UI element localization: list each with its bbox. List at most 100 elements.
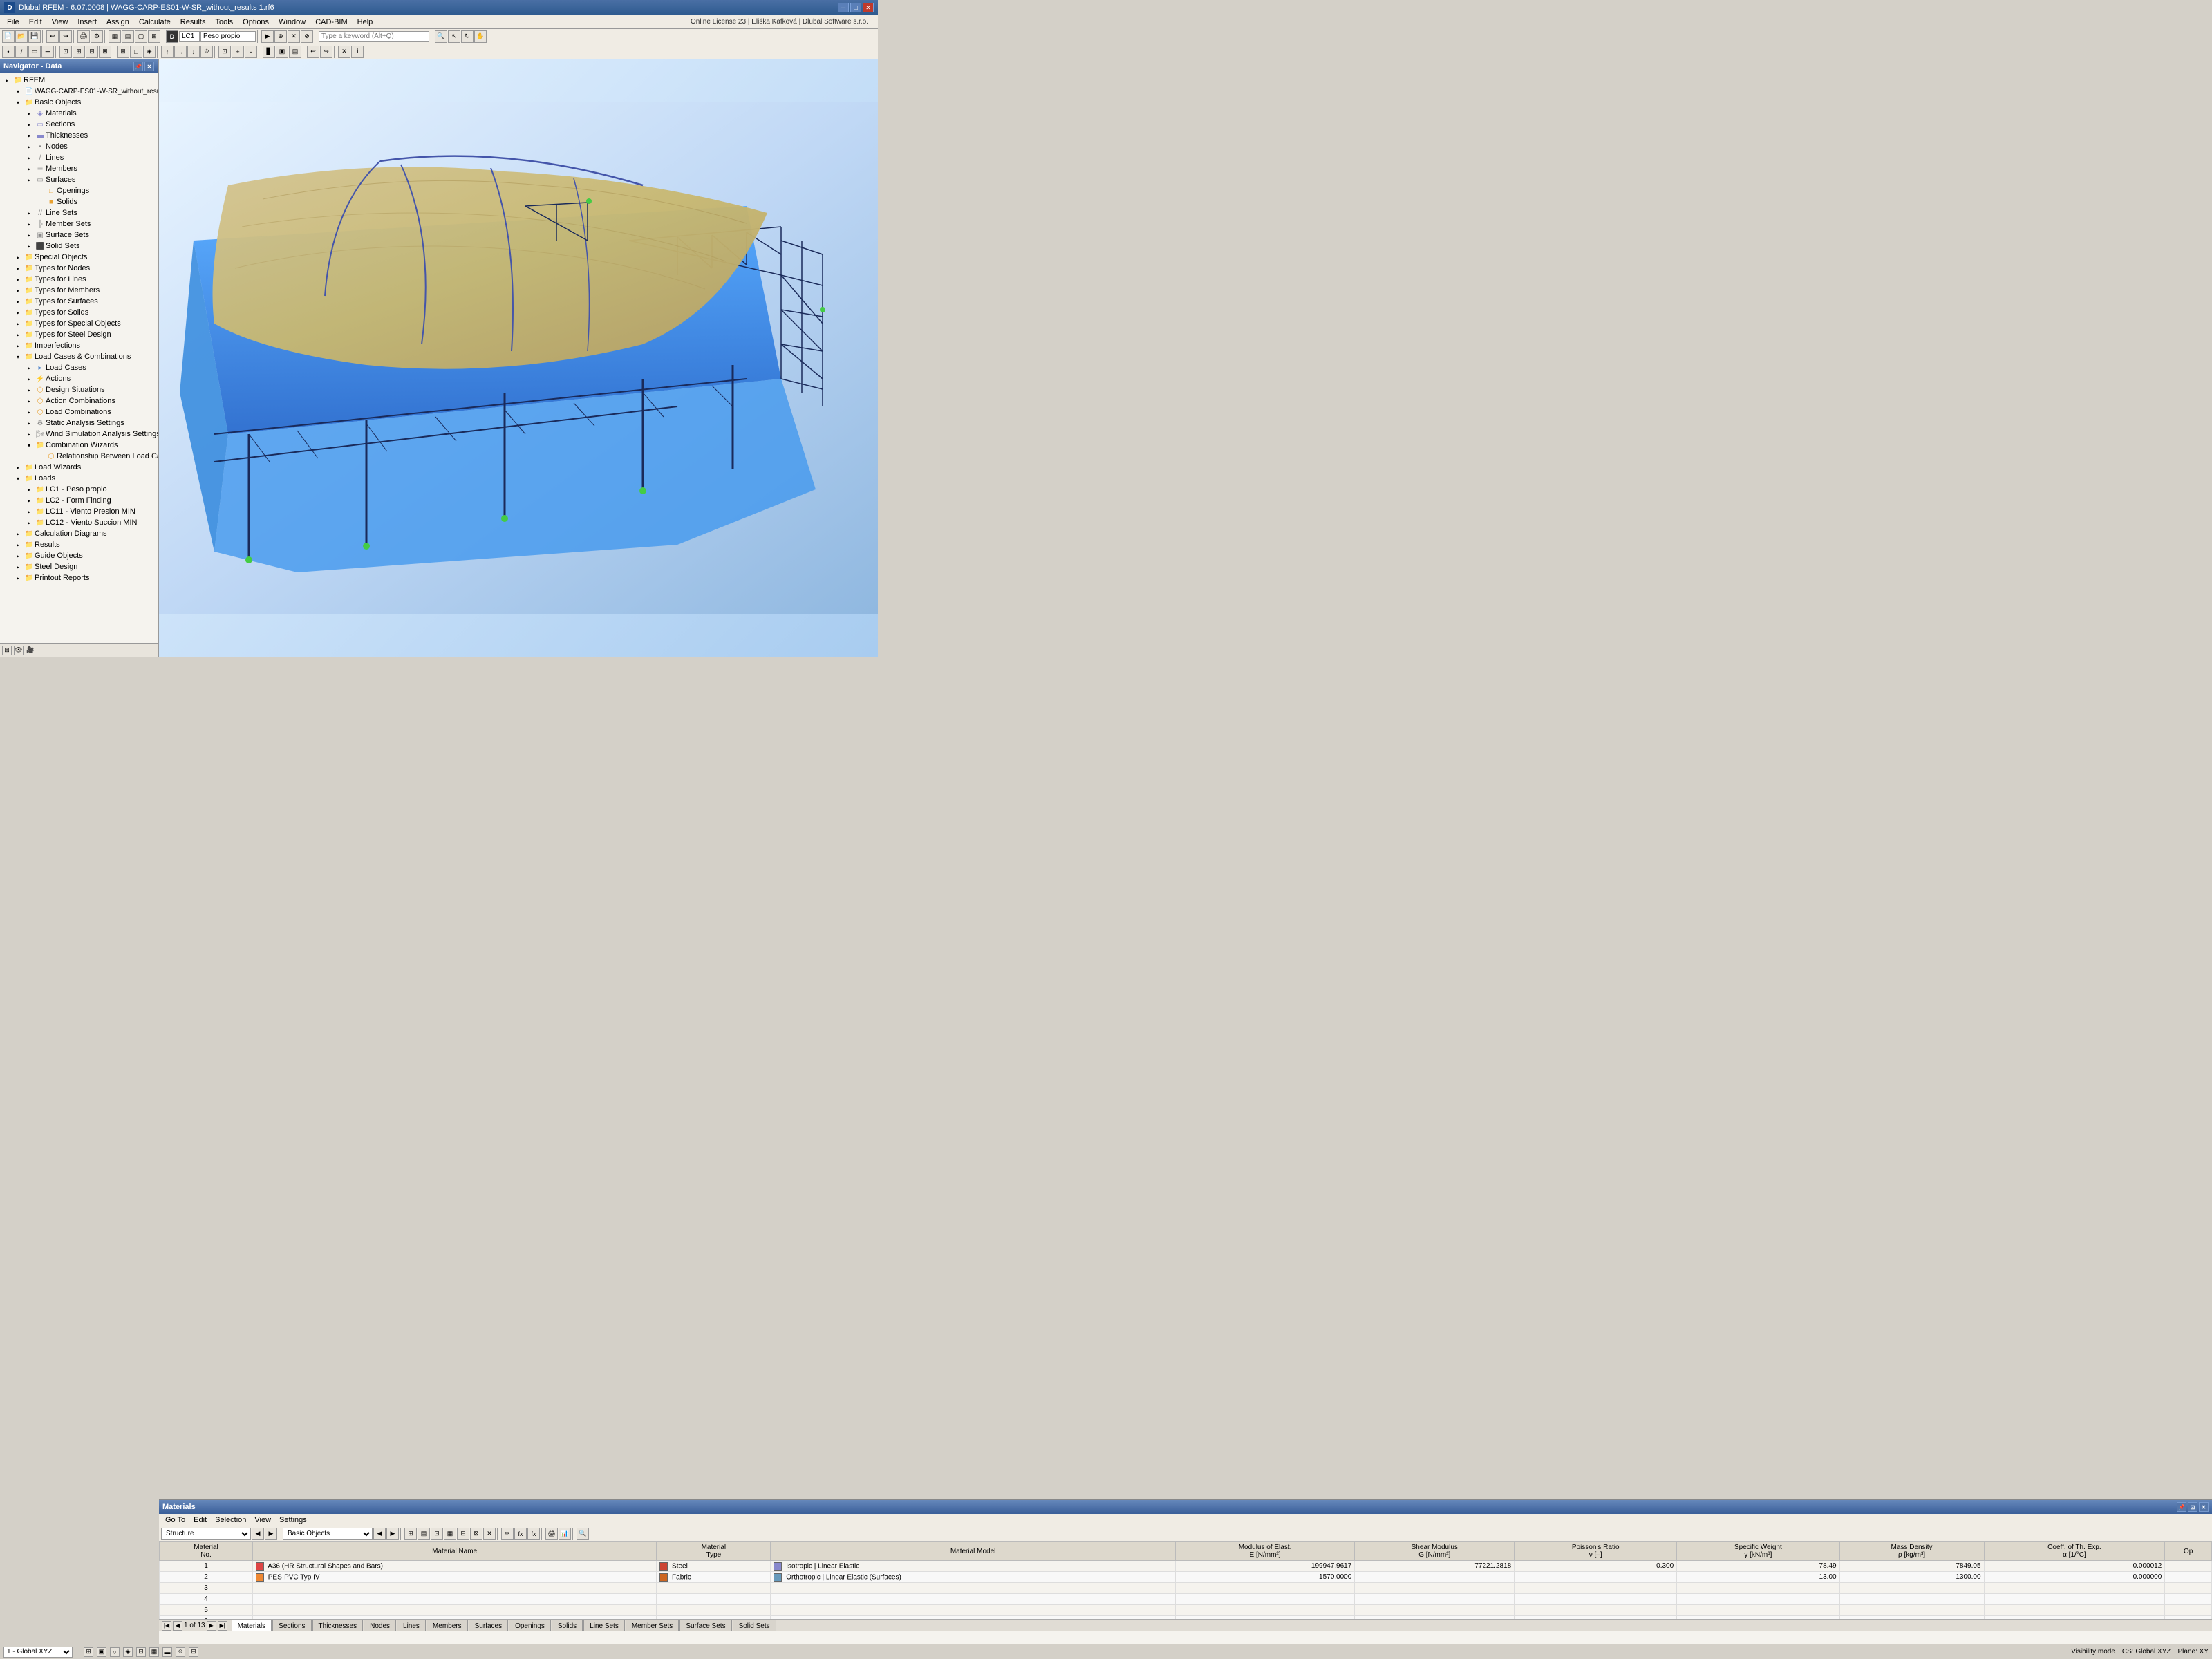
open-btn[interactable]: 📂	[15, 30, 28, 43]
prev-page-btn[interactable]: ◀	[173, 1621, 182, 1631]
nav-lines[interactable]: ▸ / Lines	[0, 152, 158, 163]
render1[interactable]: ▊	[263, 46, 275, 58]
print-btn[interactable]: 🖨	[77, 30, 90, 43]
menu-edit[interactable]: Edit	[25, 16, 46, 28]
nav-load-combinations[interactable]: ▸ ⬡ Load Combinations	[0, 406, 158, 418]
status-icon1[interactable]: ⊞	[84, 1647, 93, 1657]
status-icon8[interactable]: ⟐	[176, 1647, 185, 1657]
tab-lines[interactable]: Lines	[397, 1620, 426, 1632]
nav-wind-simulation[interactable]: ▸ 🌬 Wind Simulation Analysis Settings	[0, 429, 158, 440]
tab-line-sets[interactable]: Line Sets	[583, 1620, 625, 1632]
menu-calculate[interactable]: Calculate	[135, 16, 175, 28]
nav-static-analysis[interactable]: ▸ ⚙ Static Analysis Settings	[0, 418, 158, 429]
tool2[interactable]: ▤	[122, 30, 134, 43]
nav-load-wizards[interactable]: ▸ 📁 Load Wizards	[0, 462, 158, 473]
top-view[interactable]: ↓	[187, 46, 200, 58]
table-row[interactable]: 2 PES-PVC Typ IV Fabric Orthotropic | Li…	[160, 1572, 2212, 1583]
snap1[interactable]: ⊡	[59, 46, 72, 58]
nav-members[interactable]: ▸ ═ Members	[0, 163, 158, 174]
menu-assign[interactable]: Assign	[102, 16, 133, 28]
panel-edit3[interactable]: fx	[527, 1528, 540, 1540]
menu-help[interactable]: Help	[353, 16, 377, 28]
undo-btn[interactable]: ↩	[46, 30, 59, 43]
nav-lc11[interactable]: ▸ 📁 LC11 - Viento Presion MIN	[0, 506, 158, 517]
panel-edit2[interactable]: fx	[514, 1528, 527, 1540]
close-button[interactable]: ✕	[863, 3, 874, 12]
iso-view[interactable]: ⟐	[200, 46, 213, 58]
panel-print2[interactable]: 📊	[559, 1528, 571, 1540]
panel-filter5[interactable]: ⊟	[457, 1528, 469, 1540]
nav-design-situations[interactable]: ▸ ⬡ Design Situations	[0, 384, 158, 395]
tab-sections[interactable]: Sections	[272, 1620, 311, 1632]
menu-cad-bim[interactable]: CAD-BIM	[311, 16, 351, 28]
nav-types-for-lines[interactable]: ▸ 📁 Types for Lines	[0, 274, 158, 285]
nav-lc2[interactable]: ▸ 📁 LC2 - Form Finding	[0, 495, 158, 506]
panel-print1[interactable]: 🖨	[545, 1528, 558, 1540]
menu-options[interactable]: Options	[238, 16, 273, 28]
nav-types-for-special[interactable]: ▸ 📁 Types for Special Objects	[0, 318, 158, 329]
rfem-root[interactable]: ▸ 📁 RFEM	[0, 75, 158, 86]
view1[interactable]: ⊞	[117, 46, 129, 58]
snap4[interactable]: ⊠	[99, 46, 111, 58]
nav-sections[interactable]: ▸ ▭ Sections	[0, 119, 158, 130]
redo2[interactable]: ↪	[320, 46, 332, 58]
settings-btn[interactable]: ⚙	[91, 30, 103, 43]
nav-load-cases[interactable]: ▸ ▸ Load Cases	[0, 362, 158, 373]
nav-loads[interactable]: ▾ 📁 Loads	[0, 473, 158, 484]
tab-thicknesses[interactable]: Thicknesses	[312, 1620, 364, 1632]
panel-menu-selection[interactable]: Selection	[212, 1515, 250, 1525]
nav-types-for-nodes[interactable]: ▸ 📁 Types for Nodes	[0, 263, 158, 274]
view3[interactable]: ◈	[143, 46, 156, 58]
nav-lc1[interactable]: ▸ 📁 LC1 - Peso propio	[0, 484, 158, 495]
new-btn[interactable]: 📄	[2, 30, 15, 43]
nav-combination-wizards[interactable]: ▾ 📁 Combination Wizards	[0, 440, 158, 451]
structure-dropdown[interactable]: Structure	[161, 1528, 251, 1540]
panel-menu-settings[interactable]: Settings	[276, 1515, 310, 1525]
snap2[interactable]: ⊞	[73, 46, 85, 58]
nav-calculation-diagrams[interactable]: ▸ 📁 Calculation Diagrams	[0, 528, 158, 539]
panel-menu-edit[interactable]: Edit	[190, 1515, 210, 1525]
nav-load-cases-combinations[interactable]: ▾ 📁 Load Cases & Combinations	[0, 351, 158, 362]
delete-btn[interactable]: ✕	[338, 46, 350, 58]
nav-guide-objects[interactable]: ▸ 📁 Guide Objects	[0, 550, 158, 561]
render3[interactable]: ▤	[289, 46, 301, 58]
menu-tools[interactable]: Tools	[211, 16, 237, 28]
nav-materials[interactable]: ▸ ◈ Materials	[0, 108, 158, 119]
nav-printout[interactable]: ▸ 📁 Printout Reports	[0, 572, 158, 583]
menu-results[interactable]: Results	[176, 16, 210, 28]
tool6[interactable]: ✕	[288, 30, 300, 43]
info-btn[interactable]: ℹ	[351, 46, 364, 58]
coordinate-system-select[interactable]: 1 - Global XYZ	[3, 1647, 73, 1658]
tab-surfaces[interactable]: Surfaces	[469, 1620, 508, 1632]
status-icon7[interactable]: ▬	[162, 1647, 172, 1657]
nav-surfaces[interactable]: ▸ ▭ Surfaces	[0, 174, 158, 185]
nav-openings[interactable]: □ Openings	[0, 185, 158, 196]
nav-thicknesses[interactable]: ▸ ▬ Thicknesses	[0, 130, 158, 141]
menu-window[interactable]: Window	[274, 16, 310, 28]
menu-file[interactable]: File	[3, 16, 24, 28]
panel-filter1[interactable]: ⊞	[404, 1528, 417, 1540]
nav-member-sets[interactable]: ▸ ╠ Member Sets	[0, 218, 158, 229]
d-toggle[interactable]: D	[166, 30, 178, 43]
panel-pin-btn[interactable]: 📌	[2177, 1502, 2186, 1512]
panel-search[interactable]: 🔍	[577, 1528, 589, 1540]
nav-basic-objects[interactable]: ▾ 📁 Basic Objects	[0, 97, 158, 108]
redo-btn[interactable]: ↪	[59, 30, 72, 43]
panel-menu-view[interactable]: View	[251, 1515, 274, 1525]
status-icon4[interactable]: ◈	[123, 1647, 133, 1657]
zoom-btn[interactable]: 🔍	[435, 30, 447, 43]
nav-types-for-solids[interactable]: ▸ 📁 Types for Solids	[0, 307, 158, 318]
nav-relationship[interactable]: ⬡ Relationship Between Load Cases	[0, 451, 158, 462]
nav-surface-sets[interactable]: ▸ ▣ Surface Sets	[0, 229, 158, 241]
zoom-out-btn[interactable]: -	[245, 46, 257, 58]
nav-solid-sets[interactable]: ▸ ⬛ Solid Sets	[0, 241, 158, 252]
tool3[interactable]: ▢	[135, 30, 147, 43]
tab-solids[interactable]: Solids	[552, 1620, 583, 1632]
tab-materials[interactable]: Materials	[232, 1620, 272, 1632]
maximize-button[interactable]: □	[850, 3, 861, 12]
pan-btn[interactable]: ✋	[474, 30, 487, 43]
nav-icon2[interactable]: 👁	[14, 646, 24, 655]
panel-filter2[interactable]: ▤	[418, 1528, 430, 1540]
tab-nodes[interactable]: Nodes	[364, 1620, 396, 1632]
tab-solid-sets[interactable]: Solid Sets	[733, 1620, 776, 1632]
